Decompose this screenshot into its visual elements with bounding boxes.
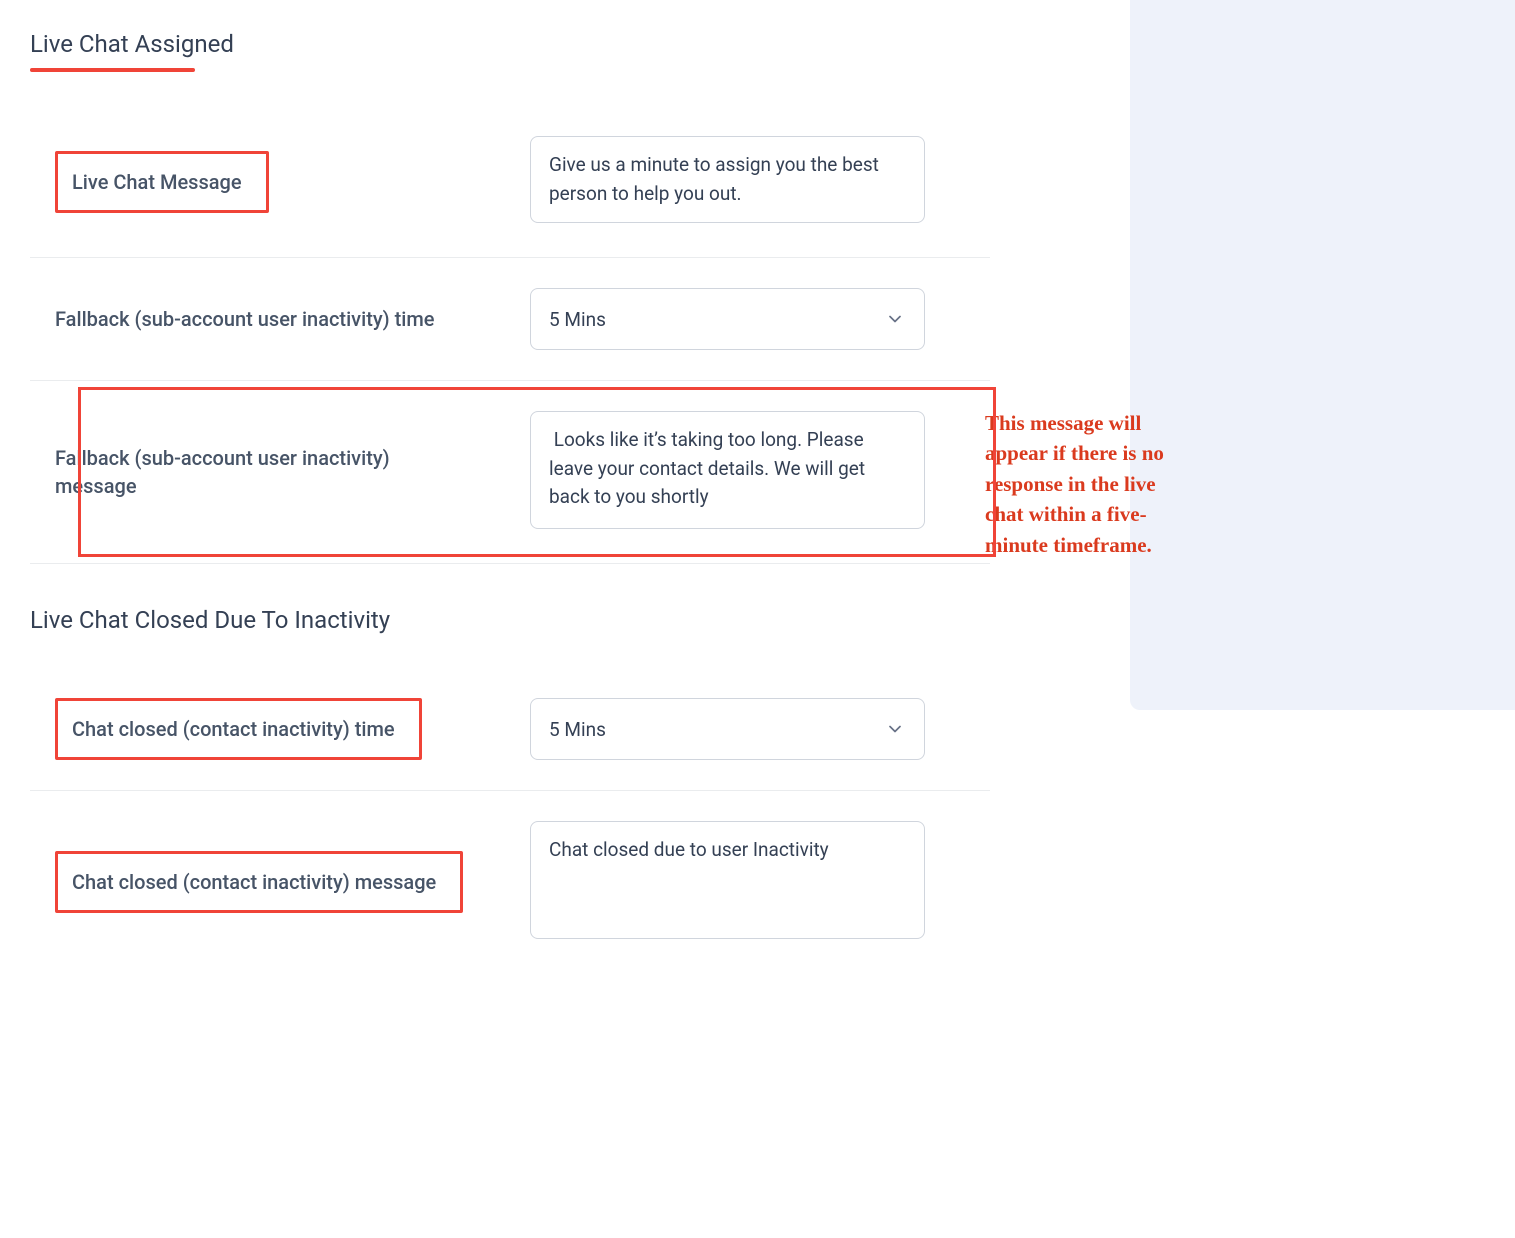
section-heading-text: Live Chat Assigned <box>30 30 234 58</box>
highlight-closed-message-label: Chat closed (contact inactivity) message <box>55 851 463 913</box>
label-fallback-time: Fallback (sub-account user inactivity) t… <box>55 307 435 331</box>
section-heading-text: Live Chat Closed Due To Inactivity <box>30 606 390 634</box>
row-fallback-message: Fallback (sub-account user inactivity) m… <box>30 381 990 564</box>
label-closed-time: Chat closed (contact inactivity) time <box>72 717 395 741</box>
section-heading-closed: Live Chat Closed Due To Inactivity <box>30 606 390 634</box>
section-heading-assigned: Live Chat Assigned <box>30 30 234 58</box>
fallback-time-select[interactable]: 5 Mins <box>530 288 925 350</box>
annotation-note: This message will appear if there is no … <box>985 408 1195 560</box>
label-fallback-message: Fallback (sub-account user inactivity) m… <box>55 444 445 500</box>
closed-time-select[interactable]: 5 Mins <box>530 698 925 760</box>
live-chat-message-input[interactable] <box>530 136 925 223</box>
closed-message-input[interactable] <box>530 821 925 939</box>
label-live-chat-message: Live Chat Message <box>72 170 242 194</box>
label-closed-message: Chat closed (contact inactivity) message <box>72 870 436 894</box>
heading-underline <box>30 68 195 72</box>
row-closed-time: Chat closed (contact inactivity) time 5 … <box>30 668 990 791</box>
row-live-chat-message: Live Chat Message <box>30 106 990 258</box>
highlight-closed-time-label: Chat closed (contact inactivity) time <box>55 698 422 760</box>
decorative-panel <box>1130 0 1515 710</box>
row-closed-message: Chat closed (contact inactivity) message <box>30 791 990 973</box>
row-fallback-time: Fallback (sub-account user inactivity) t… <box>30 258 990 381</box>
highlight-live-chat-message-label: Live Chat Message <box>55 151 269 213</box>
fallback-message-input[interactable] <box>530 411 925 529</box>
